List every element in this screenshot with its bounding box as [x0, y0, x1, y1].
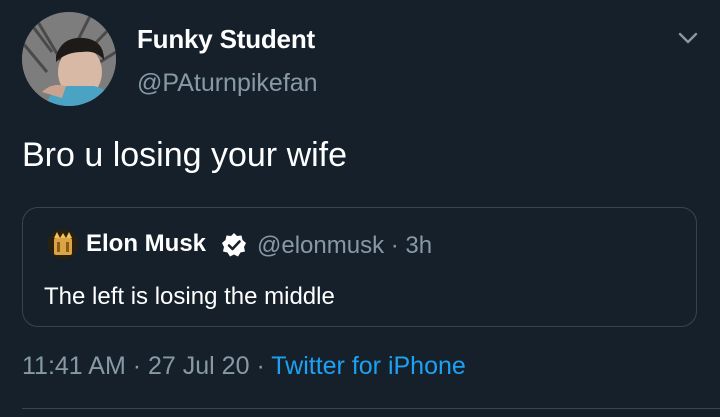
quoted-author-name: Elon Musk [86, 230, 207, 257]
author-display-name[interactable]: Funky Student [137, 24, 315, 55]
tweet-source-link[interactable]: Twitter for iPhone [271, 352, 466, 380]
author-avatar[interactable] [22, 12, 116, 106]
dot-separator: · [132, 352, 142, 380]
tweet-metadata: 11:41 AM · 27 Jul 20 · Twitter for iPhon… [22, 352, 466, 381]
quoted-author-handle: @elonmusk · 3h [257, 232, 432, 260]
chevron-down-icon[interactable] [676, 26, 700, 50]
author-handle[interactable]: @PAturnpikefan [137, 69, 318, 98]
quoted-tweet-card[interactable]: Elon Musk @elonmusk · 3h The left is los… [22, 207, 697, 327]
tweet-time[interactable]: 11:41 AM [22, 352, 126, 380]
quoted-author-avatar [48, 229, 78, 259]
divider [22, 408, 720, 409]
tweet-detail: Funky Student @PAturnpikefan Bro u losin… [0, 0, 720, 417]
avatar-photo [48, 229, 78, 259]
quoted-tweet-age: 3h [405, 232, 433, 259]
avatar-photo [22, 12, 116, 106]
quoted-tweet-text: The left is losing the middle [44, 283, 335, 310]
quoted-handle-text: @elonmusk [257, 232, 385, 259]
tweet-text: Bro u losing your wife [22, 136, 348, 174]
verified-badge-icon [221, 232, 247, 258]
tweet-date[interactable]: 27 Jul 20 [148, 352, 249, 380]
dot-separator: · [390, 232, 399, 259]
dot-separator: · [256, 352, 265, 380]
